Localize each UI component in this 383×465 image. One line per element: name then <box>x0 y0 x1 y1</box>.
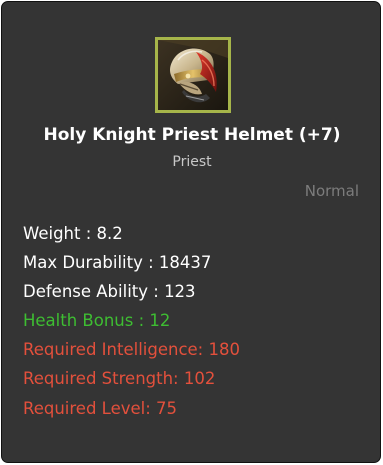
item-tooltip: Holy Knight Priest Helmet (+7) Priest No… <box>1 1 381 463</box>
requirement-strength: Required Strength: 102 <box>23 369 216 389</box>
item-class: Priest <box>172 154 212 170</box>
stat-defense-ability: Defense Ability : 123 <box>23 282 196 302</box>
helmet-icon <box>155 37 231 113</box>
requirement-level: Required Level: 75 <box>23 398 178 418</box>
helmet-icon-art <box>158 40 228 110</box>
requirement-intelligence: Required Intelligence: 180 <box>23 340 240 360</box>
stat-health-bonus: Health Bonus : 12 <box>23 311 171 331</box>
item-name: Holy Knight Priest Helmet (+7) <box>43 125 341 145</box>
stat-max-durability: Max Durability : 18437 <box>23 253 212 273</box>
item-grade: Normal <box>304 182 359 200</box>
stat-weight: Weight : 8.2 <box>23 224 123 243</box>
stats-list: Weight : 8.2 Max Durability : 18437 Defe… <box>23 219 240 423</box>
